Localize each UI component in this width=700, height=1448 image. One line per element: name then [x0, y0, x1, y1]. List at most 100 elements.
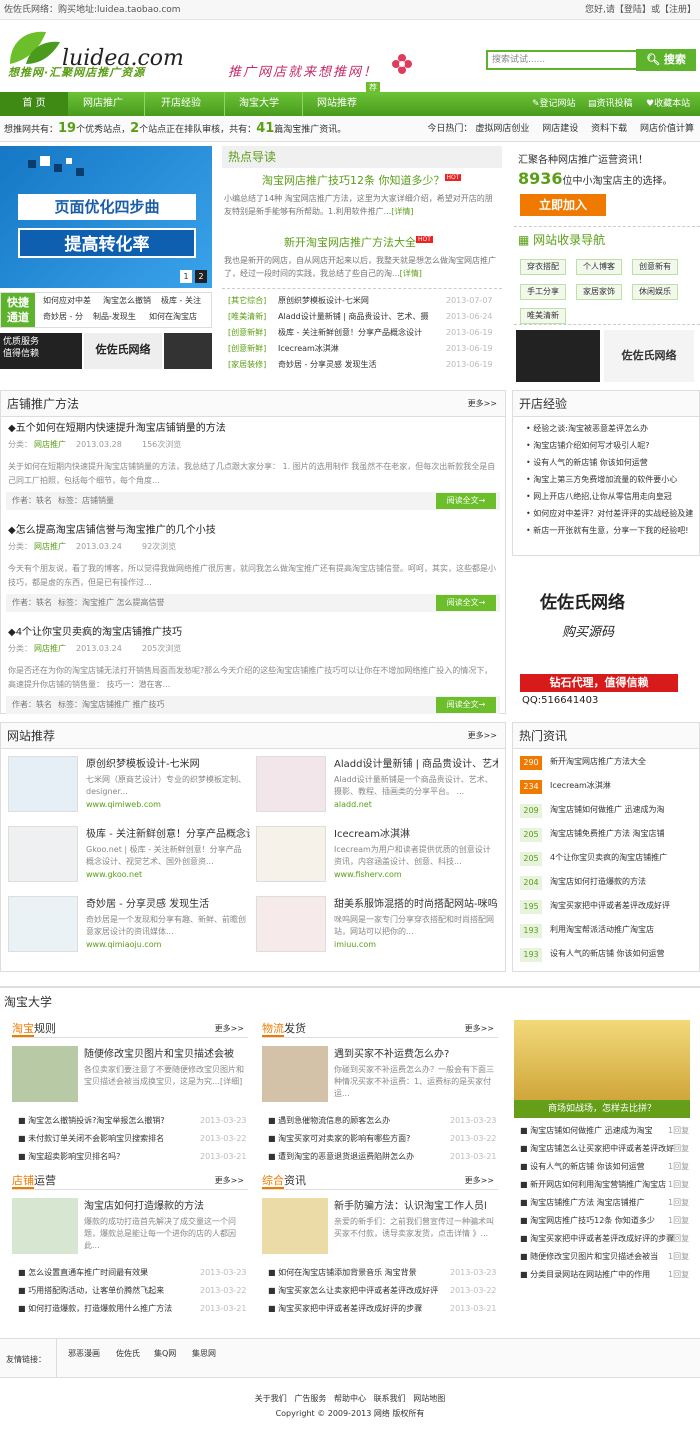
- site-thumbnail[interactable]: [256, 756, 326, 812]
- news-item[interactable]: 淘宝店铺如何做推广 迅速成为淘: [550, 805, 665, 816]
- read-more-button[interactable]: 阅读全文→: [436, 595, 496, 611]
- hot-read-more-2[interactable]: [详情]: [400, 269, 422, 278]
- article-category[interactable]: 网店推广: [34, 440, 66, 451]
- site-title[interactable]: 极库 - 关注新鲜创意！分享产品概念设: [86, 828, 250, 842]
- article-title[interactable]: ◆怎么提高淘宝店铺信誉与淘宝推广的几个小技: [8, 524, 216, 538]
- right-ad[interactable]: 佐佐氏网络 购买源码 钻石代理，值得信赖 QQ:516641403: [512, 566, 700, 714]
- banner-slideshow[interactable]: 页面优化四步曲 提高转化率 1 2: [0, 146, 212, 288]
- site-tag[interactable]: 休闲娱乐: [632, 284, 678, 300]
- article-title[interactable]: ◆4个让你宝贝卖疯的淘宝店铺推广技巧: [8, 626, 182, 640]
- article-category[interactable]: 网店推广: [34, 644, 66, 655]
- footer-link[interactable]: 帮助中心: [334, 1394, 366, 1403]
- news-item[interactable]: 淘宝店铺免费推广方法 淘宝店铺: [550, 829, 665, 840]
- experience-item[interactable]: • 淘宝店铺介绍如何写才吸引人呢?: [518, 441, 650, 452]
- more-link[interactable]: 更多>>: [215, 1172, 244, 1190]
- read-more-button[interactable]: 阅读全文→: [436, 697, 496, 713]
- site-tag[interactable]: 手工分享: [520, 284, 566, 300]
- footer-link[interactable]: 网站地图: [413, 1394, 445, 1403]
- quick-link[interactable]: 奇妙居 - 分: [43, 312, 83, 323]
- univ-block-image[interactable]: [262, 1046, 328, 1102]
- univ-list-item[interactable]: ■ 淘宝怎么撤销投诉?淘宝举报怎么撤销?: [18, 1116, 165, 1127]
- site-thumbnail[interactable]: [8, 826, 78, 882]
- list-category[interactable]: [唯美清新]: [228, 312, 266, 323]
- site-tag[interactable]: 家居家饰: [576, 284, 622, 300]
- list-item-title[interactable]: Icecream冰淇淋: [278, 344, 339, 355]
- register-link[interactable]: 注册: [669, 5, 687, 15]
- site-tag[interactable]: 创意新有: [632, 259, 678, 275]
- univ-list-item[interactable]: ■ 怎么设置直通车推广时间最有效果: [18, 1268, 148, 1279]
- friend-link[interactable]: 集Q网: [154, 1349, 176, 1360]
- hot-word[interactable]: 虚拟网店创业: [475, 124, 529, 134]
- site-title[interactable]: 奇妙居 - 分享灵感 发现生活: [86, 898, 250, 912]
- slide-page-2[interactable]: 2: [195, 270, 207, 283]
- news-item[interactable]: 淘宝店如何打造爆款的方法: [550, 877, 646, 888]
- list-category[interactable]: [创意新鲜]: [228, 328, 266, 339]
- nav-submit-news[interactable]: ▤资讯投稿: [588, 92, 633, 116]
- nav-register-site[interactable]: ✎登记网站: [532, 92, 576, 116]
- qr-ad-image[interactable]: [516, 330, 600, 382]
- read-more-button[interactable]: 阅读全文→: [436, 493, 496, 509]
- login-link[interactable]: 登陆: [624, 5, 642, 15]
- site-url[interactable]: www.fisherv.com: [334, 870, 402, 881]
- news-item[interactable]: 利用淘宝帮派活动推广淘宝店: [550, 925, 654, 936]
- site-title[interactable]: Icecream冰淇淋: [334, 828, 498, 842]
- univ-side-item[interactable]: ■ 淘宝买家把中评或者差评改成好评的步骤: [520, 1234, 674, 1245]
- more-link[interactable]: 更多>>: [465, 1020, 494, 1038]
- quick-link[interactable]: 制品-发现生: [93, 312, 136, 323]
- univ-block-headline[interactable]: 随便修改宝贝图片和宝贝描述会被: [84, 1048, 252, 1062]
- qr-ad-text[interactable]: 佐佐氏网络: [604, 330, 694, 382]
- univ-block-headline[interactable]: 遇到买家不补运费怎么办?: [334, 1048, 502, 1062]
- univ-list-item[interactable]: ■ 如何在淘宝店铺添加背景音乐 淘宝背景: [268, 1268, 417, 1279]
- univ-block-image[interactable]: [12, 1046, 78, 1102]
- list-category[interactable]: [创意新鲜]: [228, 344, 266, 355]
- univ-side-item[interactable]: ■ 设有人气的新店铺 你该如何运营: [520, 1162, 645, 1173]
- ad-strip[interactable]: 优质服务 值得信赖 佐佐氏网络: [0, 333, 212, 369]
- site-thumbnail[interactable]: [8, 756, 78, 812]
- hot-read-more-1[interactable]: [详情]: [391, 207, 413, 216]
- site-title[interactable]: Aladd设计量新铺 | 商品贵设计、艺术、摄影: [334, 758, 498, 772]
- site-tag[interactable]: 穿衣搭配: [520, 259, 566, 275]
- site-title[interactable]: 甜美系服饰混搭的时尚搭配网站-咪呜网: [334, 898, 498, 912]
- quick-link[interactable]: 极库 - 关注: [161, 296, 201, 307]
- univ-block-image[interactable]: [262, 1198, 328, 1254]
- footer-link[interactable]: 联系我们: [374, 1394, 406, 1403]
- site-thumbnail[interactable]: [256, 896, 326, 952]
- more-link[interactable]: 更多>>: [465, 1172, 494, 1190]
- hot-read-headline-1[interactable]: 淘宝网店推广技巧12条 你知道多少？ HOT: [262, 174, 462, 189]
- slide-page-1[interactable]: 1: [180, 270, 192, 283]
- univ-list-item[interactable]: ■ 遭到淘宝的恶意退货退运费陷阱怎么办: [268, 1152, 414, 1163]
- list-category[interactable]: [家居装修]: [228, 360, 266, 371]
- nav-shop-promo[interactable]: 网店推广: [70, 92, 136, 116]
- ad-image[interactable]: [164, 333, 212, 369]
- ad-service[interactable]: 优质服务 值得信赖: [0, 333, 82, 369]
- univ-list-item[interactable]: ■ 未付款订单关闭不会影响宝贝搜索排名: [18, 1134, 164, 1145]
- ad-brand[interactable]: 佐佐氏网络: [84, 333, 162, 369]
- univ-list-item[interactable]: ■ 遇到急催物流信息的顾客怎么办: [268, 1116, 390, 1127]
- nav-taobao-univ[interactable]: 淘宝大学: [226, 92, 292, 116]
- site-tag[interactable]: 个人博客: [576, 259, 622, 275]
- site-url[interactable]: imiuu.com: [334, 940, 376, 951]
- experience-item[interactable]: • 淘宝上第三方免费增加流量的软件要小心: [518, 475, 677, 486]
- site-url[interactable]: www.qimiaoju.com: [86, 940, 161, 951]
- hot-word[interactable]: 网店价值计算: [640, 124, 694, 134]
- list-item-title[interactable]: Aladd设计量新铺 | 商品贵设计、艺术、摄: [278, 312, 429, 323]
- site-thumbnail[interactable]: [8, 896, 78, 952]
- join-button[interactable]: 立即加入: [520, 194, 606, 216]
- univ-block-headline[interactable]: 新手防骗方法：认识淘宝工作人员l: [334, 1200, 502, 1214]
- site-title[interactable]: 原创织梦模板设计-七米网: [86, 758, 250, 772]
- univ-side-item[interactable]: ■ 淘宝店铺推广方法 淘宝店铺推广: [520, 1198, 645, 1209]
- friend-link[interactable]: 邪恶漫画: [68, 1349, 100, 1360]
- hot-word[interactable]: 资料下载: [591, 124, 627, 134]
- nav-bookmark[interactable]: ♥收藏本站: [646, 92, 690, 116]
- univ-list-item[interactable]: ■ 如何打造爆款，打造爆款用什么推广方法: [18, 1304, 172, 1315]
- quick-link[interactable]: 如何在淘宝店: [149, 312, 197, 323]
- more-link[interactable]: 更多>>: [468, 723, 497, 749]
- nav-home[interactable]: 首 页: [0, 92, 68, 116]
- univ-list-item[interactable]: ■ 淘宝买家把中评或者差评改成好评的步骤: [268, 1304, 422, 1315]
- experience-item[interactable]: • 网上开店八绝招,让你从零信用走向皇冠: [518, 492, 672, 503]
- univ-side-item[interactable]: ■ 淘宝网店推广技巧12条 你知道多少: [520, 1216, 655, 1227]
- search-input[interactable]: 搜索试试......: [486, 50, 636, 70]
- univ-side-item[interactable]: ■ 新开网店如何利用淘宝营销推广淘宝店: [520, 1180, 666, 1191]
- nav-site-recommend[interactable]: 网站推荐: [304, 92, 370, 116]
- nav-shop-exp[interactable]: 开店经验: [148, 92, 214, 116]
